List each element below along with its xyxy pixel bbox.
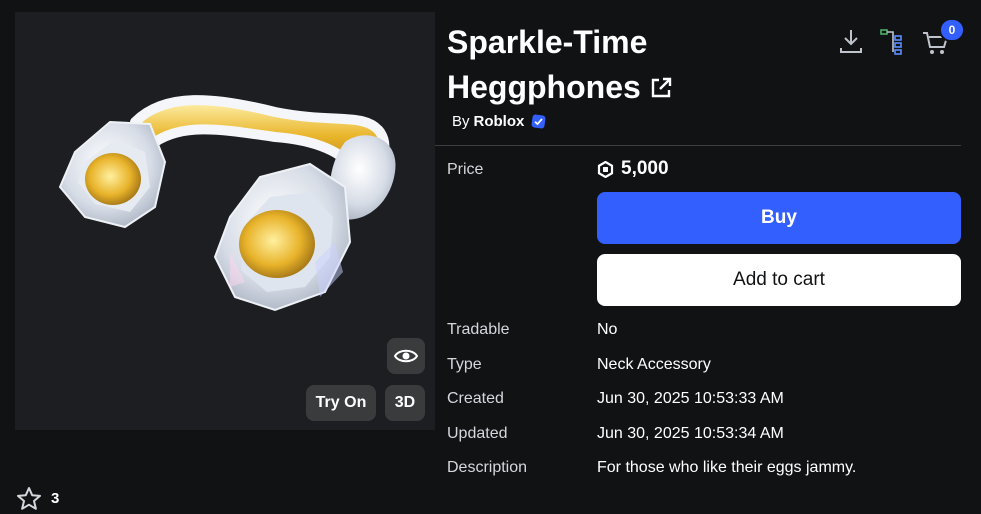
download-icon[interactable] [838, 28, 864, 56]
try-on-button[interactable]: Try On [306, 385, 376, 421]
updated-label: Updated [447, 425, 508, 442]
creator-byline: By Roblox [452, 113, 546, 130]
view-toggle-button[interactable] [387, 338, 425, 374]
3d-view-button[interactable]: 3D [385, 385, 425, 421]
price-label: Price [447, 161, 484, 178]
description-value: For those who like their eggs jammy. [597, 459, 857, 476]
favorite-control[interactable]: 3 [16, 486, 59, 511]
created-value: Jun 30, 2025 10:53:33 AM [597, 390, 784, 407]
item-preview[interactable]: Try On 3D [15, 12, 435, 430]
type-value: Neck Accessory [597, 356, 711, 373]
description-label: Description [447, 459, 528, 476]
eye-icon [394, 349, 418, 363]
price-amount: 5,000 [621, 158, 669, 179]
tradable-value: No [597, 321, 618, 338]
price-value: 5,000 [597, 158, 669, 180]
verified-badge-icon [531, 114, 546, 129]
item-image [58, 95, 396, 312]
updated-value: Jun 30, 2025 10:53:34 AM [597, 425, 784, 442]
external-link-icon[interactable] [649, 67, 673, 112]
star-icon[interactable] [16, 486, 42, 511]
type-label: Type [447, 356, 482, 373]
item-title-text: Sparkle-Time Heggphones [447, 24, 648, 105]
cart-count-badge: 0 [939, 18, 965, 42]
favorite-count: 3 [51, 490, 60, 507]
add-to-cart-button[interactable]: Add to cart [597, 254, 961, 306]
creator-link[interactable]: Roblox [474, 113, 525, 130]
tradable-label: Tradable [447, 321, 510, 338]
section-divider [435, 145, 961, 146]
created-label: Created [447, 390, 504, 407]
hierarchy-icon[interactable] [879, 28, 905, 56]
by-prefix: By [452, 113, 470, 130]
robux-icon [597, 160, 614, 178]
buy-button[interactable]: Buy [597, 192, 961, 244]
item-title: Sparkle-Time Heggphones [447, 20, 827, 112]
